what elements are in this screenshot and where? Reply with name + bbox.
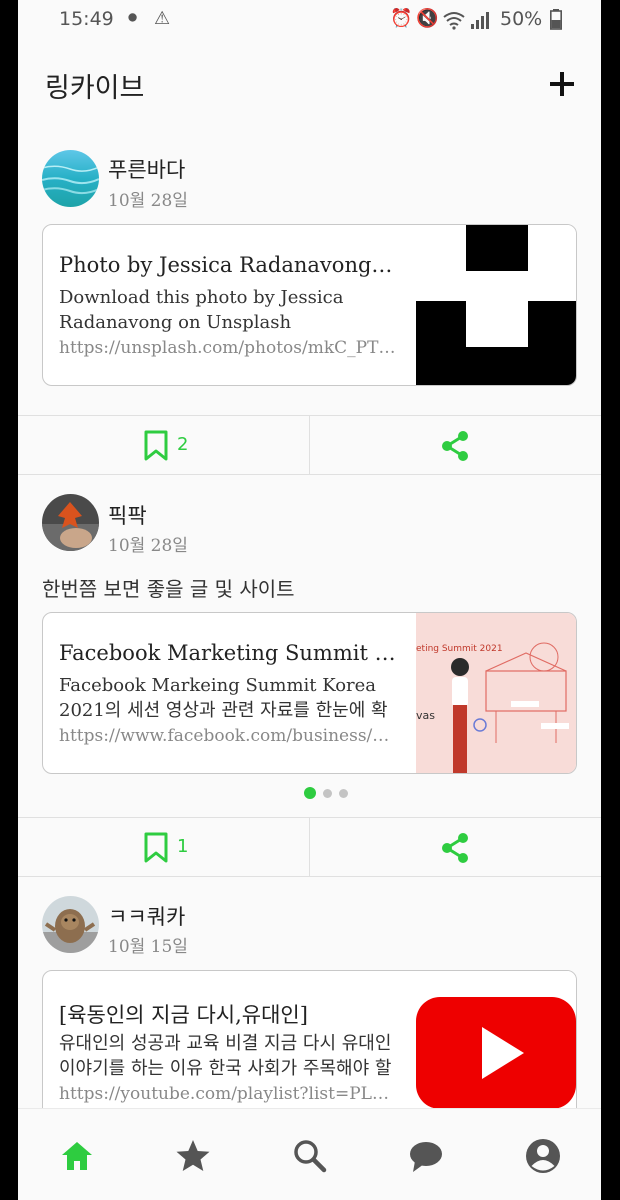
link-thumbnail: eting Summit 2021 vas [416, 613, 576, 773]
link-title: [육동인의 지금 다시,유대인] [59, 1003, 308, 1027]
link-url: https://youtube.com/playlist?list=PLOxxx… [59, 1084, 399, 1104]
app-screen: 15:49 ⚫ ⚠ ⏰ 🔇 50% 링카이브 푸른바다 10월 28일 Phot… [18, 0, 601, 1200]
nav-favorites-button[interactable] [174, 1137, 212, 1175]
signal-icon [471, 12, 489, 29]
share-icon [442, 833, 468, 863]
link-url: https://www.facebook.com/business/events [59, 726, 399, 746]
battery-icon [550, 9, 562, 30]
mute-icon: 🔇 [416, 8, 439, 29]
summit-thumb-text: eting Summit 2021 [416, 644, 503, 654]
share-button[interactable] [438, 831, 472, 865]
avatar[interactable] [42, 150, 99, 207]
nav-profile-button[interactable] [524, 1137, 562, 1175]
status-bar: 15:49 ⚫ ⚠ ⏰ 🔇 50% [18, 0, 601, 42]
bookmark-count: 1 [177, 836, 189, 857]
bookmark-icon [144, 832, 168, 863]
post-date: 10월 28일 [108, 191, 188, 211]
bookmark-count: 2 [177, 434, 189, 455]
post-date: 10월 28일 [108, 536, 188, 556]
post-author[interactable]: ㅋㅋ쿼카 [108, 901, 185, 931]
post-date: 10월 15일 [108, 937, 188, 957]
link-description: Facebook Markeing Summit Korea 2021의 세션 … [59, 675, 388, 721]
bookmark-button[interactable]: 2 [143, 430, 213, 462]
unsplash-logo-image [416, 225, 576, 385]
link-title: Photo by Jessica Radanavong on Unsplash [59, 253, 399, 277]
action-divider [309, 818, 310, 876]
summit-thumb-text-2: vas [416, 709, 435, 722]
bookmark-button[interactable]: 1 [143, 832, 213, 864]
link-url: https://unsplash.com/photos/mkC_PTxxxx [59, 338, 399, 358]
nav-chat-button[interactable] [407, 1137, 445, 1175]
page-title: 링카이브 [45, 73, 145, 104]
bookmark-icon [144, 430, 168, 461]
status-time: 15:49 [59, 8, 114, 30]
notification-icon: ⚫ [125, 8, 141, 29]
link-description: Download this photo by Jessica Radanavon… [59, 287, 344, 333]
post-text: 한번쯤 보면 좋을 글 및 사이트 [42, 577, 295, 601]
nav-home-button[interactable] [58, 1137, 96, 1175]
avatar[interactable] [42, 896, 99, 953]
bottom-navigation [18, 1108, 601, 1200]
link-preview-card[interactable]: Facebook Marketing Summit Korea 2021 Fac… [42, 612, 577, 774]
add-link-button[interactable] [544, 66, 580, 102]
carousel-dot-active[interactable] [304, 787, 316, 799]
quokka-avatar-image [42, 896, 99, 953]
post-author[interactable]: 픽팍 [108, 500, 147, 530]
post-author[interactable]: 푸른바다 [108, 154, 185, 184]
post-actions: 2 [18, 415, 601, 475]
summit-illustration-image: eting Summit 2021 vas [416, 613, 576, 773]
battery-level: 50% [500, 8, 543, 30]
carousel-dot[interactable] [339, 789, 348, 798]
chat-icon [410, 1142, 442, 1172]
carousel-dot[interactable] [323, 789, 332, 798]
share-icon [442, 431, 468, 461]
warning-icon: ⚠ [154, 8, 171, 29]
link-description: 유대인의 성공과 교육 비결 지금 다시 유대인 이야기를 하는 이유 한국 사… [59, 1033, 392, 1079]
alarm-icon: ⏰ [390, 8, 413, 29]
home-icon [62, 1142, 92, 1170]
share-button[interactable] [438, 429, 472, 463]
link-title: Facebook Marketing Summit Korea 2021 [59, 641, 399, 665]
link-preview-card[interactable]: Photo by Jessica Radanavong on Unsplash … [42, 224, 577, 386]
leaf-avatar-image [42, 494, 99, 551]
link-thumbnail [416, 225, 576, 385]
sea-avatar-image [42, 150, 99, 207]
nav-search-button[interactable] [291, 1137, 329, 1175]
wifi-icon [443, 12, 465, 30]
search-icon [294, 1140, 327, 1173]
account-icon [526, 1139, 560, 1173]
avatar[interactable] [42, 494, 99, 551]
carousel-indicator [302, 787, 352, 801]
action-divider [309, 416, 310, 474]
star-icon [176, 1140, 210, 1171]
post-actions: 1 [18, 817, 601, 877]
